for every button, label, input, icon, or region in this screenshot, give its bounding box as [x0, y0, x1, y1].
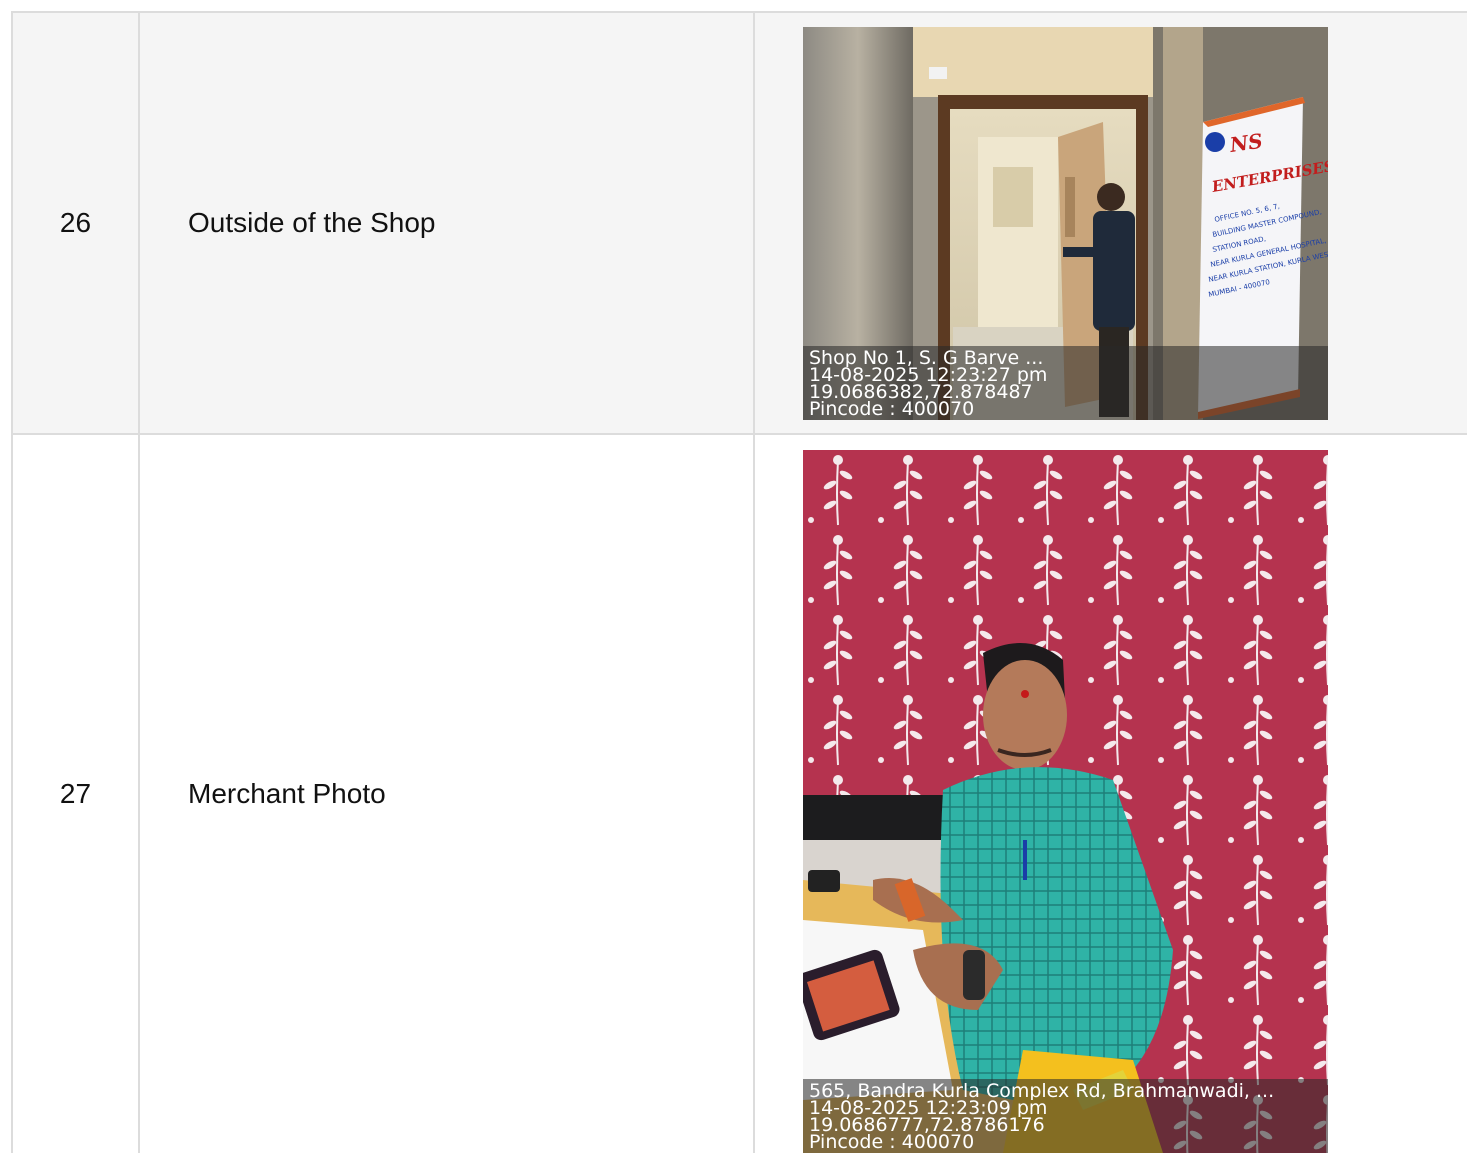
stamp-pincode: Pincode : 400070 [809, 400, 975, 418]
stamp-coordinates: 19.0686777,72.8786176 [809, 1117, 1045, 1134]
photo-geotag-stamp: Shop No 1, S. G Barve ... 14-08-2025 12:… [803, 345, 1328, 420]
table-row: 26 Outside of the Shop NS ENTERPRISES OF… [11, 13, 1467, 435]
row-label: Merchant Photo [140, 435, 755, 1153]
photo-cell: 565, Bandra Kurla Complex Rd, Brahmanwad… [755, 435, 1467, 1153]
shop-outside-photo[interactable]: NS ENTERPRISES OFFICE NO. 5, 6, 7, BUILD… [803, 26, 1328, 420]
stamp-datetime: 14-08-2025 12:23:09 pm [809, 1100, 1048, 1117]
merchant-image [803, 450, 1328, 1153]
stamp-coordinates: 19.0686382,72.878487 [809, 383, 1033, 401]
table-row: 27 Merchant Photo 565, Bandra Kurla Comp… [11, 435, 1467, 1153]
row-label: Outside of the Shop [140, 13, 755, 433]
stamp-address: Shop No 1, S. G Barve ... [809, 349, 1044, 367]
row-number: 27 [11, 435, 140, 1153]
merchant-photo[interactable]: 565, Bandra Kurla Complex Rd, Brahmanwad… [803, 450, 1328, 1153]
row-number: 26 [11, 13, 140, 433]
photo-geotag-stamp: 565, Bandra Kurla Complex Rd, Brahmanwad… [803, 1079, 1328, 1153]
stamp-pincode: Pincode : 400070 [809, 1134, 975, 1151]
stamp-datetime: 14-08-2025 12:23:27 pm [809, 366, 1048, 384]
stamp-address: 565, Bandra Kurla Complex Rd, Brahmanwad… [809, 1083, 1275, 1100]
photo-cell: NS ENTERPRISES OFFICE NO. 5, 6, 7, BUILD… [755, 13, 1467, 433]
photo-evidence-table: 26 Outside of the Shop NS ENTERPRISES OF… [11, 11, 1467, 1153]
sign-ns: NS [1227, 128, 1264, 156]
